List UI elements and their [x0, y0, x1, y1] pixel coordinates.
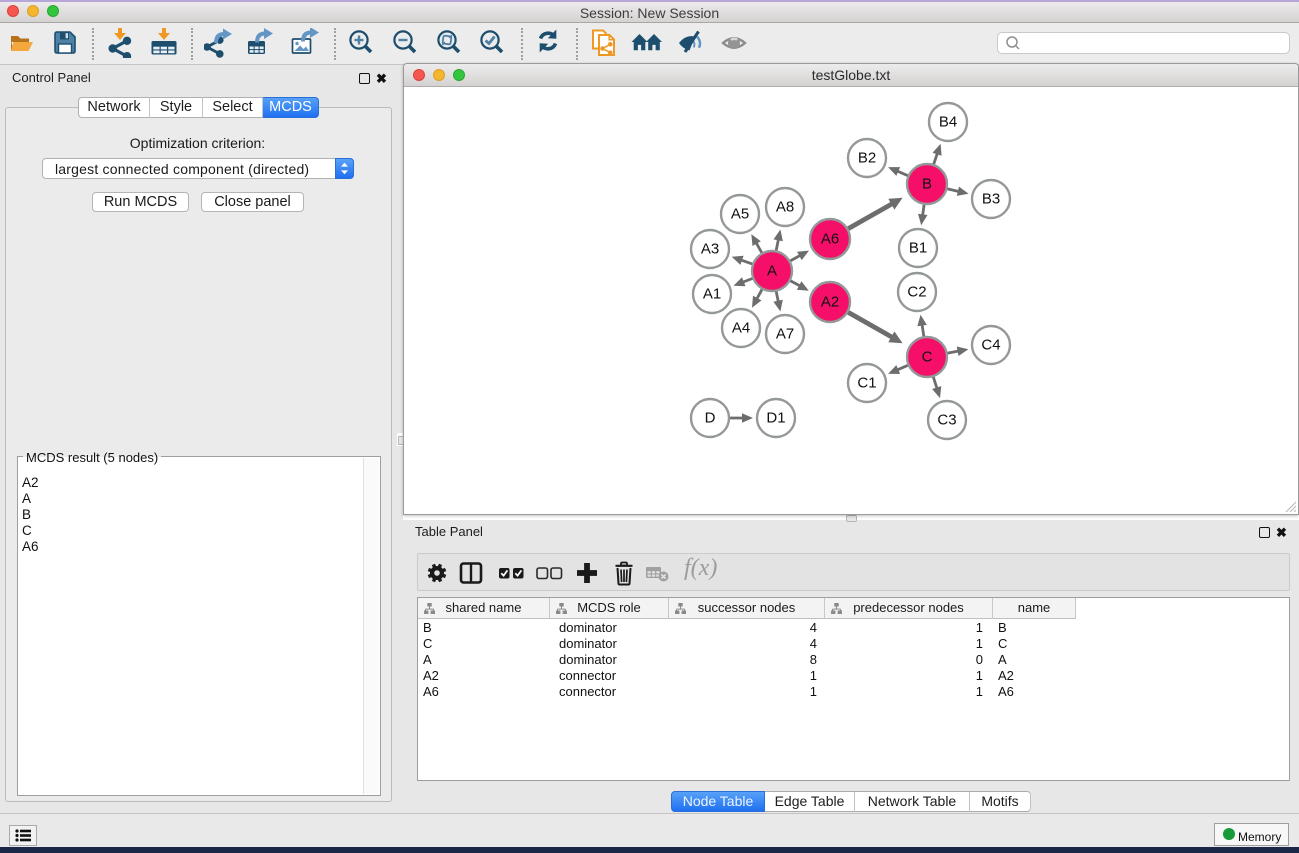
svg-text:A1: A1: [703, 286, 721, 303]
svg-text:C2: C2: [907, 284, 926, 301]
svg-text:A8: A8: [776, 199, 794, 216]
svg-text:A2: A2: [821, 294, 839, 311]
svg-text:B4: B4: [939, 114, 957, 131]
svg-text:B3: B3: [982, 191, 1000, 208]
svg-text:B2: B2: [858, 150, 876, 167]
svg-text:A: A: [767, 263, 777, 280]
svg-text:D: D: [705, 410, 716, 427]
svg-text:A5: A5: [731, 206, 749, 223]
svg-text:C3: C3: [937, 412, 956, 429]
svg-text:C1: C1: [857, 375, 876, 392]
svg-text:A6: A6: [821, 231, 839, 248]
svg-text:A4: A4: [732, 320, 750, 337]
svg-text:B1: B1: [909, 240, 927, 257]
svg-text:B: B: [922, 176, 932, 193]
svg-text:A7: A7: [776, 326, 794, 343]
svg-text:D1: D1: [766, 410, 785, 427]
svg-text:C4: C4: [981, 337, 1000, 354]
svg-text:A3: A3: [701, 241, 719, 258]
svg-text:C: C: [922, 349, 933, 366]
